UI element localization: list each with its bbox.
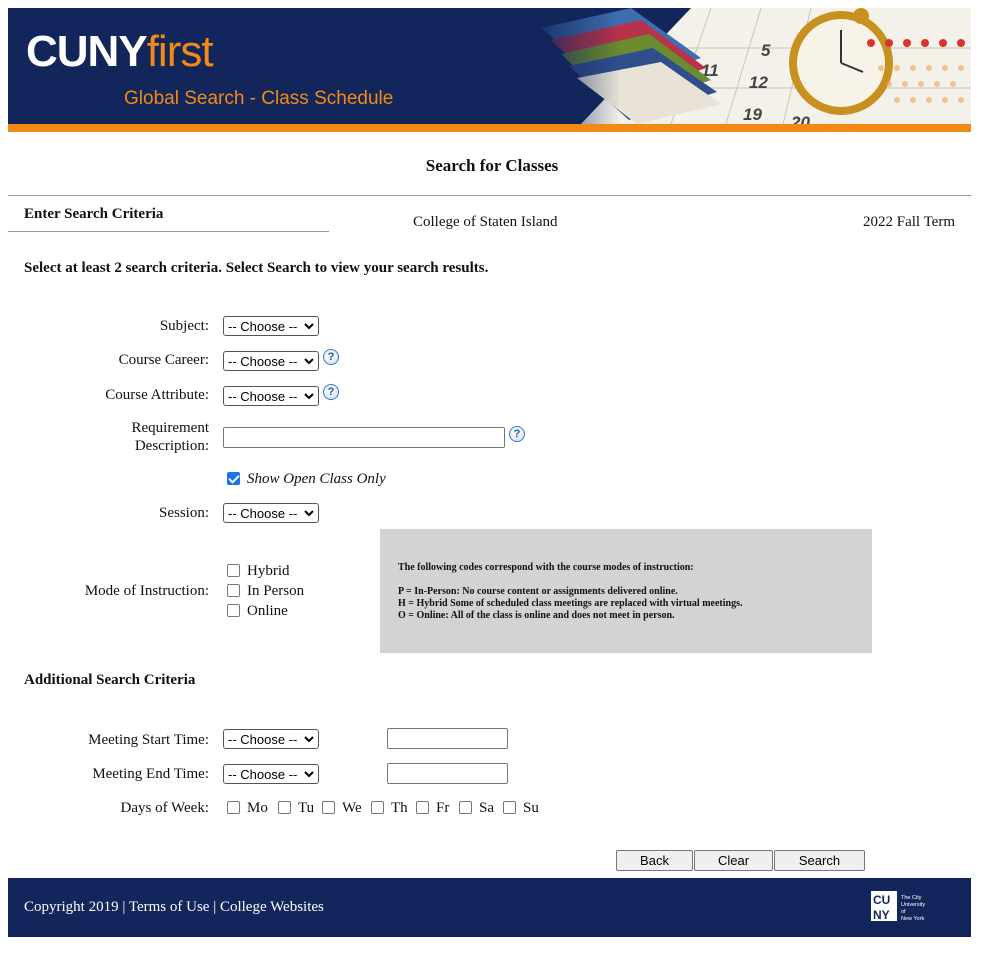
start-time-label: Meeting Start Time: (88, 732, 209, 748)
day-sa-checkbox[interactable] (459, 801, 472, 814)
footer-copyright: Copyright 2019 (24, 899, 119, 915)
mode-in-person-checkbox[interactable] (227, 584, 240, 597)
days-label: Days of Week: (120, 800, 210, 816)
session-select[interactable]: -- Choose -- (223, 503, 319, 523)
subject-label: Subject: (159, 318, 209, 334)
career-select-value: -- Choose -- (228, 353, 298, 369)
career-help-icon[interactable]: ? (323, 349, 339, 365)
additional-criteria-heading: Additional Search Criteria (24, 672, 196, 688)
start-time-select-value: -- Choose -- (228, 731, 298, 747)
subject-select-value: -- Choose -- (228, 318, 298, 334)
back-button[interactable]: Back (616, 850, 693, 871)
footer-separator: | (213, 899, 217, 915)
search-button[interactable]: Search (774, 850, 865, 871)
cuny-university-logo[interactable]: CU NY The City University of New York (871, 891, 931, 923)
day-mo-label: Mo (247, 800, 268, 816)
career-select[interactable]: -- Choose -- (223, 351, 319, 371)
criteria-heading: Enter Search Criteria (24, 206, 164, 222)
day-sa-label: Sa (479, 800, 494, 816)
instructions-text: Select at least 2 search criteria. Selec… (24, 260, 489, 276)
chevron-down-icon (304, 736, 314, 743)
mode-in-person-label: In Person (247, 583, 305, 599)
codes-line-p: P = In-Person: No course content or assi… (398, 586, 678, 597)
chevron-down-icon (304, 393, 314, 400)
terms-of-use-link[interactable]: Terms of Use (129, 899, 210, 915)
day-we-label: We (342, 800, 362, 816)
session-select-value: -- Choose -- (228, 505, 298, 521)
svg-text:NY: NY (873, 908, 890, 922)
chevron-down-icon (304, 510, 314, 517)
requirement-label: Requirement Description: (132, 419, 209, 455)
requirement-label-line2: Description: (134, 438, 209, 454)
svg-text:University: University (901, 902, 925, 908)
end-time-input[interactable] (387, 763, 508, 784)
attribute-select[interactable]: -- Choose -- (223, 386, 319, 406)
svg-text:The City: The City (901, 895, 922, 901)
svg-text:CU: CU (873, 893, 890, 907)
day-tu-label: Tu (298, 800, 315, 816)
college-name: College of Staten Island (413, 214, 558, 230)
attribute-label: Course Attribute: (105, 387, 209, 403)
career-label: Course Career: (118, 352, 209, 368)
end-time-select[interactable]: -- Choose -- (223, 764, 319, 784)
requirement-input[interactable] (223, 427, 505, 448)
start-time-select[interactable]: -- Choose -- (223, 729, 319, 749)
mode-hybrid-checkbox[interactable] (227, 564, 240, 577)
requirement-label-line1: Requirement (131, 420, 209, 436)
clear-button[interactable]: Clear (694, 850, 773, 871)
banner-calendar-clock-image: 5 11 12 18 19 20 (521, 8, 971, 124)
codes-intro: The following codes correspond with the … (398, 562, 694, 573)
banner-subtitle: Global Search - Class Schedule (124, 88, 394, 109)
open-class-label: Show Open Class Only (247, 471, 386, 487)
day-fr-label: Fr (436, 800, 450, 816)
footer-separator: | (122, 899, 126, 915)
svg-text:of: of (901, 909, 906, 915)
page-title: Search for Classes (425, 156, 559, 175)
day-th-checkbox[interactable] (371, 801, 384, 814)
open-class-checkbox[interactable] (227, 472, 240, 485)
mode-label: Mode of Instruction: (84, 583, 209, 599)
end-time-select-value: -- Choose -- (228, 766, 298, 782)
day-tu-checkbox[interactable] (278, 801, 291, 814)
footer-links: Copyright 2019 | Terms of Use | College … (24, 899, 324, 916)
day-th-label: Th (391, 800, 408, 816)
divider (8, 231, 329, 232)
subject-select[interactable]: -- Choose -- (223, 316, 319, 336)
day-fr-checkbox[interactable] (416, 801, 429, 814)
requirement-help-icon[interactable]: ? (509, 426, 525, 442)
term-name: 2022 Fall Term (863, 214, 955, 230)
mode-online-checkbox[interactable] (227, 604, 240, 617)
chevron-down-icon (304, 358, 314, 365)
day-su-checkbox[interactable] (503, 801, 516, 814)
divider (8, 195, 971, 196)
mode-codes-info-box: The following codes correspond with the … (380, 529, 872, 653)
attribute-select-value: -- Choose -- (228, 388, 298, 404)
mode-online-label: Online (247, 603, 288, 619)
day-mo-checkbox[interactable] (227, 801, 240, 814)
chevron-down-icon (304, 771, 314, 778)
codes-line-h: H = Hybrid Some of scheduled class meeti… (398, 598, 743, 609)
banner-orange-stripe (8, 124, 971, 132)
start-time-input[interactable] (387, 728, 508, 749)
day-we-checkbox[interactable] (322, 801, 335, 814)
chevron-down-icon (304, 323, 314, 330)
codes-line-o: O = Online: All of the class is online a… (398, 610, 675, 621)
session-label: Session: (158, 505, 209, 521)
svg-text:New York: New York (901, 916, 924, 922)
attribute-help-icon[interactable]: ? (323, 384, 339, 400)
logo-first: first (146, 27, 214, 76)
college-websites-link[interactable]: College Websites (220, 899, 324, 915)
logo-cuny: CUNY (26, 27, 148, 76)
mode-hybrid-label: Hybrid (247, 563, 290, 579)
day-su-label: Su (523, 800, 539, 816)
header-banner: CUNYfirst Global Search - Class Schedule… (8, 8, 971, 132)
cunyfirst-logo: CUNYfirst (26, 27, 214, 76)
footer: Copyright 2019 | Terms of Use | College … (8, 878, 971, 937)
end-time-label: Meeting End Time: (92, 766, 209, 782)
